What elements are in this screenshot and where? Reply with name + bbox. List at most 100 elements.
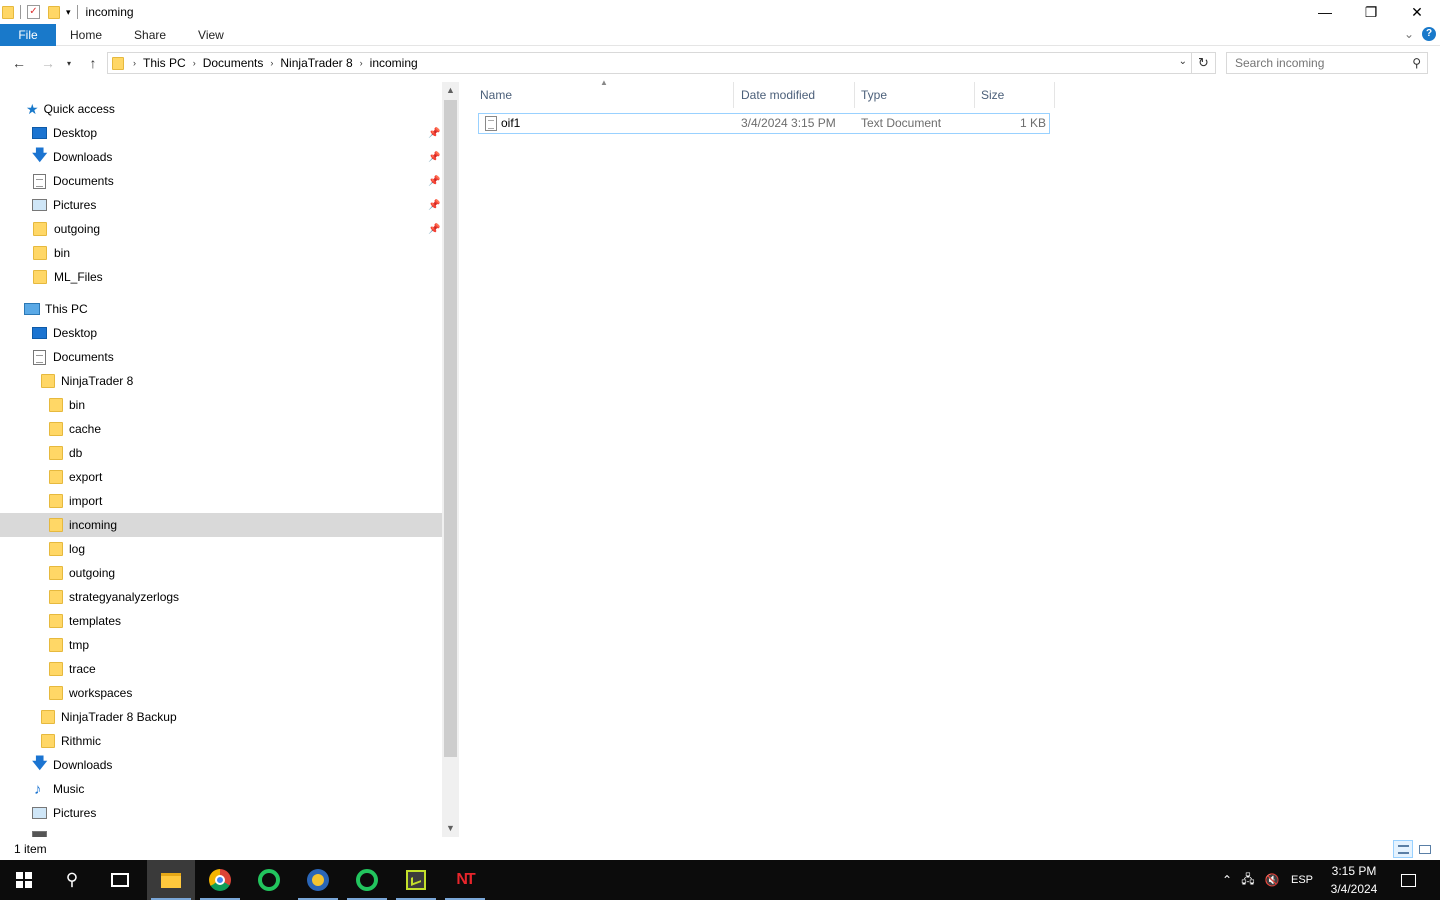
nav-pc-import[interactable]: import bbox=[0, 489, 442, 513]
chevron-right-icon[interactable]: › bbox=[130, 58, 139, 68]
nav-scrollbar[interactable]: ▲ ▼ bbox=[442, 82, 459, 837]
column-size[interactable]: Size bbox=[975, 82, 1055, 108]
recent-locations-button[interactable]: ▾ bbox=[62, 52, 76, 74]
nav-qa-pictures[interactable]: Pictures 📌 bbox=[0, 193, 442, 217]
nav-qa-downloads[interactable]: 🡇 Downloads 📌 bbox=[0, 145, 442, 169]
nav-pc-incoming[interactable]: incoming bbox=[0, 513, 442, 537]
scroll-down-arrow[interactable]: ▼ bbox=[442, 820, 459, 837]
column-type[interactable]: Type bbox=[855, 82, 975, 108]
ninjatrader-taskbar-button[interactable]: NT bbox=[441, 860, 489, 900]
metatrader-taskbar-button[interactable] bbox=[294, 860, 342, 900]
nav-pc-documents[interactable]: Documents bbox=[0, 345, 442, 369]
file-explorer-taskbar-button[interactable] bbox=[147, 860, 195, 900]
clock[interactable]: 3:15 PM 3/4/2024 bbox=[1318, 862, 1390, 898]
breadcrumb-ninjatrader-8[interactable]: NinjaTrader 8 bbox=[276, 56, 356, 70]
minimize-button[interactable]: — bbox=[1302, 0, 1348, 24]
nav-pc-downloads[interactable]: 🡇 Downloads bbox=[0, 753, 442, 777]
tab-share[interactable]: Share bbox=[118, 24, 182, 46]
green-ring-app-2-taskbar-button[interactable] bbox=[343, 860, 391, 900]
tab-file[interactable]: File bbox=[0, 23, 56, 46]
nav-pc-videos-partial[interactable] bbox=[0, 825, 442, 837]
nav-pc-music[interactable]: ♪ Music bbox=[0, 777, 442, 801]
chevron-right-icon[interactable]: › bbox=[267, 58, 276, 68]
chevron-down-icon[interactable]: ⌄ bbox=[1179, 56, 1187, 67]
help-icon[interactable]: ? bbox=[1422, 27, 1436, 41]
nav-pc-desktop[interactable]: Desktop bbox=[0, 321, 442, 345]
folder-icon bbox=[49, 686, 63, 700]
chrome-taskbar-button[interactable] bbox=[196, 860, 244, 900]
window-title: incoming bbox=[85, 5, 134, 19]
chart-app-taskbar-button[interactable] bbox=[392, 860, 440, 900]
address-bar[interactable]: › This PC › Documents › NinjaTrader 8 › … bbox=[107, 52, 1192, 74]
nav-pc-cache[interactable]: cache bbox=[0, 417, 442, 441]
customize-toolbar-icon[interactable]: ▾ bbox=[66, 7, 71, 18]
breadcrumb-incoming[interactable]: incoming bbox=[366, 56, 422, 70]
nav-pc-bin[interactable]: bin bbox=[0, 393, 442, 417]
nav-pc-templates[interactable]: templates bbox=[0, 609, 442, 633]
nav-this-pc[interactable]: This PC bbox=[0, 297, 442, 321]
breadcrumb-documents[interactable]: Documents bbox=[199, 56, 268, 70]
breadcrumb-this-pc[interactable]: This PC bbox=[139, 56, 190, 70]
forward-button[interactable]: → bbox=[37, 52, 59, 74]
nav-pc-strategyanalyzerlogs[interactable]: strategyanalyzerlogs bbox=[0, 585, 442, 609]
pin-icon[interactable]: 📌 bbox=[428, 152, 440, 163]
chevron-up-icon[interactable]: ⌃ bbox=[1218, 873, 1236, 887]
nav-pc-ninjatrader-8-backup[interactable]: NinjaTrader 8 Backup bbox=[0, 705, 442, 729]
nav-pc-rithmic[interactable]: Rithmic bbox=[0, 729, 442, 753]
nav-qa-ml-files[interactable]: ML_Files bbox=[0, 265, 442, 289]
back-button[interactable]: ← bbox=[8, 52, 30, 74]
file-row[interactable]: oif1 3/4/2024 3:15 PM Text Document 1 KB bbox=[478, 113, 1050, 134]
network-icon[interactable]: 🖧 bbox=[1236, 870, 1260, 891]
nav-quick-access[interactable]: ★ Quick access bbox=[0, 97, 442, 121]
new-folder-icon[interactable] bbox=[48, 5, 60, 19]
pin-icon[interactable]: 📌 bbox=[428, 200, 440, 211]
pin-icon[interactable]: 📌 bbox=[428, 128, 440, 139]
details-view-button[interactable] bbox=[1393, 840, 1413, 858]
nav-pc-outgoing[interactable]: outgoing bbox=[0, 561, 442, 585]
nav-pc-export[interactable]: export bbox=[0, 465, 442, 489]
large-icons-view-button[interactable] bbox=[1415, 840, 1435, 858]
nav-qa-bin[interactable]: bin bbox=[0, 241, 442, 265]
nav-pc-workspaces[interactable]: workspaces bbox=[0, 681, 442, 705]
input-language[interactable]: ESP bbox=[1284, 874, 1320, 886]
tab-home[interactable]: Home bbox=[56, 24, 118, 46]
nav-pc-trace[interactable]: trace bbox=[0, 657, 442, 681]
search-box[interactable]: ⚲ bbox=[1226, 52, 1428, 74]
nav-qa-documents[interactable]: Documents 📌 bbox=[0, 169, 442, 193]
nav-pc-tmp[interactable]: tmp bbox=[0, 633, 442, 657]
green-ring-app-taskbar-button[interactable] bbox=[245, 860, 293, 900]
scroll-thumb[interactable] bbox=[444, 100, 457, 757]
task-view-button[interactable] bbox=[96, 860, 144, 900]
file-name: oif1 bbox=[501, 116, 521, 130]
properties-icon[interactable]: ✓ bbox=[27, 5, 40, 19]
nav-qa-outgoing[interactable]: outgoing 📌 bbox=[0, 217, 442, 241]
scroll-up-arrow[interactable]: ▲ bbox=[442, 82, 459, 99]
column-name[interactable]: Name ▲ bbox=[474, 78, 734, 108]
folder-icon bbox=[41, 710, 55, 724]
pin-icon[interactable]: 📌 bbox=[428, 224, 440, 235]
expand-ribbon-icon[interactable]: ⌄ bbox=[1404, 27, 1414, 41]
search-icon[interactable]: ⚲ bbox=[1412, 56, 1421, 70]
restore-button[interactable]: ❐ bbox=[1348, 0, 1394, 24]
up-button[interactable]: ↑ bbox=[82, 52, 104, 74]
nav-pc-pictures[interactable]: Pictures bbox=[0, 801, 442, 825]
pin-icon[interactable]: 📌 bbox=[428, 176, 440, 187]
start-button[interactable] bbox=[0, 860, 48, 900]
nav-qa-desktop[interactable]: Desktop 📌 bbox=[0, 121, 442, 145]
action-center-button[interactable] bbox=[1396, 860, 1420, 900]
nav-label: bin bbox=[54, 246, 71, 260]
search-input[interactable] bbox=[1227, 53, 1397, 73]
column-date-modified[interactable]: Date modified bbox=[735, 82, 855, 108]
close-button[interactable]: ✕ bbox=[1394, 0, 1440, 24]
nav-pc-log[interactable]: log bbox=[0, 537, 442, 561]
nav-pc-ninjatrader-8[interactable]: NinjaTrader 8 bbox=[0, 369, 442, 393]
folder-icon bbox=[49, 614, 63, 628]
file-explorer-icon bbox=[161, 872, 181, 888]
search-button[interactable]: ⚲ bbox=[48, 860, 96, 900]
volume-muted-icon[interactable]: 🔇 bbox=[1260, 873, 1284, 887]
refresh-button[interactable]: ↻ bbox=[1192, 52, 1216, 74]
chevron-right-icon[interactable]: › bbox=[357, 58, 366, 68]
nav-pc-db[interactable]: db bbox=[0, 441, 442, 465]
tab-view[interactable]: View bbox=[182, 24, 240, 46]
chevron-right-icon[interactable]: › bbox=[190, 58, 199, 68]
